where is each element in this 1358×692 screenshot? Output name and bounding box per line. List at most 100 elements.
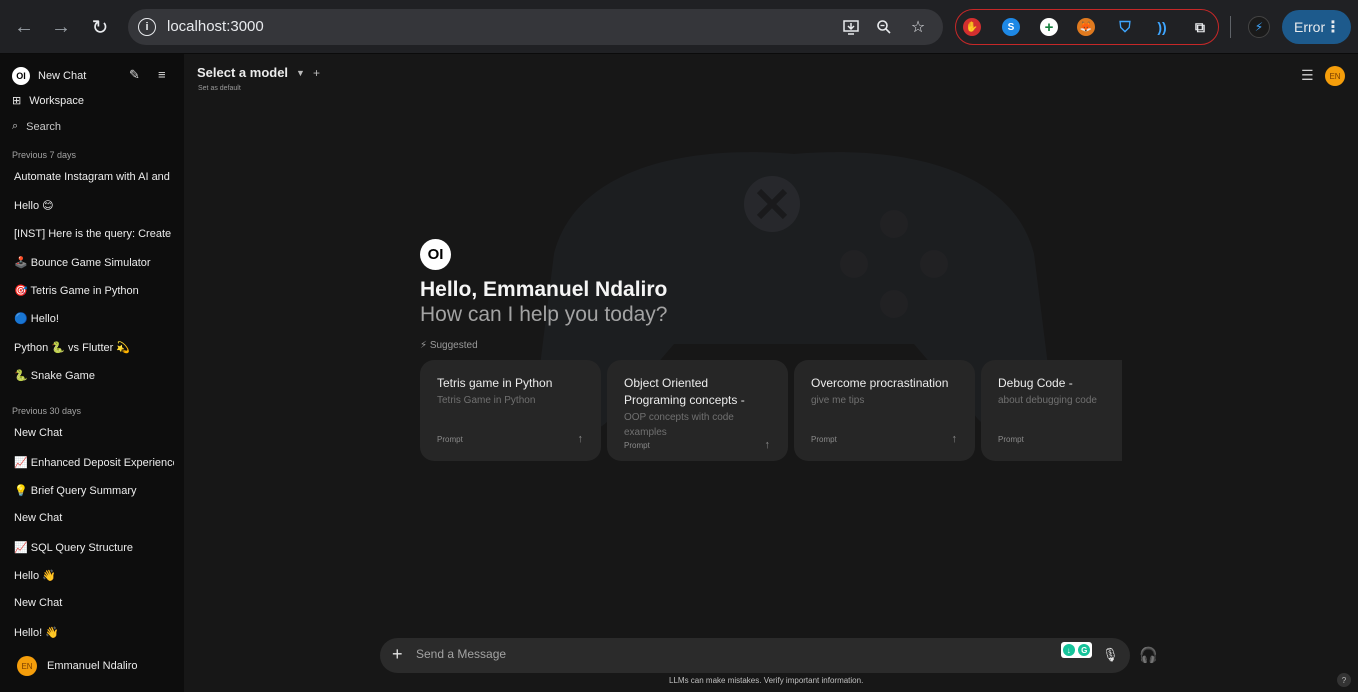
section-previous-30-days: Previous 30 days <box>12 406 82 416</box>
suggestion-footer: Prompt <box>624 441 650 450</box>
wireless-extension-icon[interactable]: )) <box>1153 18 1171 36</box>
zoom-icon[interactable] <box>872 15 896 39</box>
greeting-subtitle: How can I help you today? <box>420 303 668 326</box>
model-selector[interactable]: Select a model ▼ + <box>197 65 320 80</box>
reload-icon[interactable]: ↻ <box>85 12 115 42</box>
metamask-extension-icon[interactable]: 🦊 <box>1077 18 1095 36</box>
new-chat-label: New Chat <box>38 70 87 82</box>
suggestion-footer: Prompt <box>811 435 837 444</box>
microphone-icon[interactable]: 🎙 <box>1102 647 1119 663</box>
chat-history-item[interactable]: 🐍 Snake Game <box>14 369 174 382</box>
sparkle-icon: ⚡ <box>420 340 428 351</box>
search-label: Search <box>26 120 62 133</box>
avatar[interactable]: EN <box>1325 66 1345 86</box>
grammarly-status-icon: ↓ <box>1062 644 1075 656</box>
bookmark-star-icon[interactable]: ☆ <box>906 15 930 39</box>
chat-history-item[interactable]: Python 🐍 vs Flutter 💫 <box>14 341 174 354</box>
sidebar: OI New Chat ✎ ≡ ⊞ Workspace ⌕ Search Pre… <box>0 54 184 692</box>
suggested-label: ⚡ Suggested <box>420 340 478 351</box>
suggestion-subtitle: about debugging code <box>998 395 1097 406</box>
model-selector-label: Select a model <box>197 65 289 80</box>
flutter-extension-icon[interactable]: ⚡ <box>1248 16 1270 38</box>
suggestion-subtitle: Tetris Game in Python <box>437 395 536 406</box>
toolbar-divider <box>1230 16 1231 38</box>
install-app-icon[interactable] <box>839 15 863 39</box>
chat-history-item[interactable]: 💡 Brief Query Summary <box>14 484 174 497</box>
suggestion-card[interactable]: Overcome procrastination give me tips Pr… <box>794 360 975 461</box>
suggestion-subtitle: OOP concepts with code examples <box>624 412 734 438</box>
chat-history-item[interactable]: Hello 👋 <box>14 569 174 582</box>
chat-history-item[interactable]: New Chat <box>14 427 174 439</box>
app-logo-icon: OI <box>420 239 451 270</box>
site-info-icon[interactable]: i <box>138 18 156 36</box>
chat-history-item[interactable]: Hello 😊 <box>14 199 174 212</box>
section-previous-7-days: Previous 7 days <box>12 150 77 160</box>
browser-toolbar: ← → ↻ i localhost:3000 ☆ ✋ S + 🦊 ⛉ )) ⧉ … <box>0 0 1358 54</box>
chat-history-item[interactable]: 📈 Enhanced Deposit Experience <box>14 456 174 469</box>
search-icon: ⌕ <box>12 120 19 132</box>
add-model-icon[interactable]: + <box>313 66 320 80</box>
error-label: Error <box>1294 19 1326 35</box>
chat-history-item[interactable]: 🕹️ Bounce Game Simulator <box>14 256 174 269</box>
chat-history-item[interactable]: 🎯 Tetris Game in Python <box>14 284 174 297</box>
help-button[interactable]: ? <box>1337 673 1351 687</box>
workspace-label: Workspace <box>29 94 85 107</box>
grammarly-icon: G <box>1078 644 1091 656</box>
profile-error-button[interactable]: Error ⋮ <box>1282 10 1351 44</box>
suggestion-title: Object Oriented Programing concepts - <box>624 376 745 407</box>
arrow-up-icon: ↑ <box>764 439 771 451</box>
chevron-down-icon: ▼ <box>296 67 305 78</box>
search-button[interactable]: ⌕ Search <box>12 120 61 133</box>
message-input[interactable] <box>416 647 1016 661</box>
user-name: Emmanuel Ndaliro <box>47 660 138 672</box>
chat-history-item[interactable]: [INST] Here is the query: Create <box>14 228 174 240</box>
url-text[interactable]: localhost:3000 <box>167 18 264 35</box>
adblock-extension-icon[interactable]: ✋ <box>963 18 981 36</box>
arrow-up-icon: ↑ <box>951 433 958 445</box>
chat-history-item[interactable]: 🔵 Hello! <box>14 312 174 325</box>
suggestion-footer: Prompt <box>998 435 1024 444</box>
chat-history-item[interactable]: Automate Instagram with AI and <box>14 171 174 183</box>
settings-sliders-icon[interactable]: ☰ <box>1301 67 1314 84</box>
disclaimer-text: LLMs can make mistakes. Verify important… <box>669 676 864 685</box>
edit-icon[interactable]: ✎ <box>129 67 140 83</box>
main-area: Select a model ▼ + Set as default ☰ EN O… <box>184 54 1358 692</box>
suggestion-subtitle: give me tips <box>811 395 865 406</box>
chat-history-item[interactable]: 📈 SQL Query Structure <box>14 541 174 554</box>
chat-history-item[interactable]: Hello! 👋 <box>14 626 174 639</box>
workspace-icon: ⊞ <box>12 95 22 107</box>
suggestion-title: Tetris game in Python <box>437 376 553 390</box>
suggestion-card[interactable]: Object Oriented Programing concepts - OO… <box>607 360 788 461</box>
sidebar-toggle-icon[interactable]: ≡ <box>158 67 166 82</box>
avatar: EN <box>17 656 37 676</box>
suggestion-title: Debug Code - <box>998 376 1073 390</box>
message-composer: + ↓ G 🎙 <box>380 638 1130 673</box>
set-default-link[interactable]: Set as default <box>198 85 241 92</box>
new-chat-button[interactable]: OI New Chat <box>12 67 86 85</box>
user-menu[interactable]: EN Emmanuel Ndaliro <box>17 656 137 676</box>
suggestion-card[interactable]: Debug Code - about debugging code Prompt… <box>981 360 1122 461</box>
workspace-link[interactable]: ⊞ Workspace <box>12 94 85 108</box>
suggestion-footer: Prompt <box>437 435 463 444</box>
chat-history-item[interactable]: New Chat <box>14 597 174 609</box>
suggestion-cards: Tetris game in Python Tetris Game in Pyt… <box>420 360 1122 461</box>
headphones-icon[interactable]: 🎧 <box>1139 646 1158 664</box>
arrow-up-icon: ↑ <box>577 433 584 445</box>
address-bar[interactable]: i localhost:3000 ☆ <box>128 9 943 45</box>
extensions-puzzle-icon[interactable]: ⧉ <box>1191 18 1209 36</box>
kebab-menu-icon[interactable]: ⋮ <box>1325 17 1341 37</box>
back-arrow-icon[interactable]: ← <box>9 12 39 42</box>
chat-history-item[interactable]: New Chat <box>14 512 174 524</box>
attach-plus-icon[interactable]: + <box>392 644 403 665</box>
suggested-text: Suggested <box>429 340 478 351</box>
plus-extension-icon[interactable]: + <box>1040 18 1058 36</box>
app-logo-icon: OI <box>12 67 30 85</box>
suggestion-card[interactable]: Tetris game in Python Tetris Game in Pyt… <box>420 360 601 461</box>
suggestion-title: Overcome procrastination <box>811 376 949 390</box>
shield-extension-icon[interactable]: ⛉ <box>1116 18 1134 36</box>
grammarly-widget[interactable]: ↓ G <box>1061 642 1092 658</box>
shazam-extension-icon[interactable]: S <box>1002 18 1020 36</box>
extensions-group: ✋ S + 🦊 ⛉ )) ⧉ <box>955 9 1219 45</box>
forward-arrow-icon[interactable]: → <box>46 12 76 42</box>
greeting-title: Hello, Emmanuel Ndaliro <box>420 278 668 301</box>
